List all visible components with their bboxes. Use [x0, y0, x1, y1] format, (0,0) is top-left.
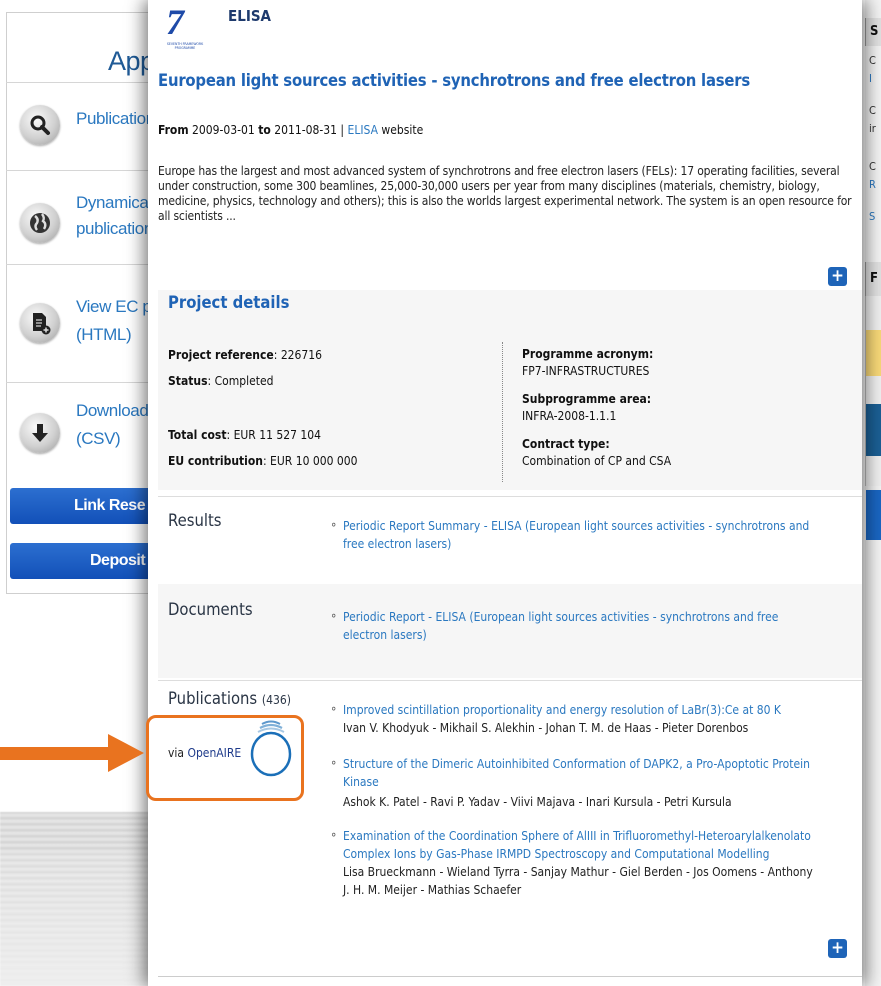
publication-title[interactable]: Examination of the Coordination Sphere o… — [343, 827, 853, 845]
publication-title[interactable]: Improved scintillation proportionality a… — [343, 701, 853, 719]
right-panel-blue-button[interactable] — [866, 490, 881, 540]
right-panel-blue-banner[interactable] — [866, 404, 881, 456]
view-ec-link-line2[interactable]: (HTML) — [76, 323, 132, 347]
publication-item[interactable]: Structure of the Dimeric Autoinhibited C… — [331, 755, 853, 811]
programme-acronym-label: Programme acronym: — [522, 347, 654, 361]
document-title-line1[interactable]: Periodic Report - ELISA (European light … — [343, 608, 853, 626]
from-label: From — [158, 123, 189, 137]
publication-authors: Lisa Brueckmann - Wieland Tyrra - Sanjay… — [343, 865, 813, 879]
project-dates: From 2009-03-01 to 2011-08-31 | ELISA we… — [158, 123, 423, 137]
right-panel-heading-2: F — [865, 262, 881, 296]
publication-title[interactable]: Structure of the Dimeric Autoinhibited C… — [343, 755, 853, 773]
result-title-line2[interactable]: free electron lasers) — [343, 535, 853, 553]
document-item[interactable]: Periodic Report - ELISA (European light … — [331, 608, 853, 644]
right-panel-yellow-banner[interactable] — [866, 330, 881, 376]
right-panel-box — [865, 296, 881, 486]
documents-section: Documents Periodic Report - ELISA (Europ… — [158, 584, 862, 678]
link-research-button[interactable]: Link Rese — [10, 488, 160, 524]
publication-authors: Ivan V. Khodyuk - Mikhail S. Alekhin - J… — [343, 721, 749, 735]
download-link-line1[interactable]: Download — [76, 399, 149, 423]
website-label: website — [381, 123, 424, 137]
dynamical-link-line2[interactable]: publication — [76, 217, 153, 241]
website-link[interactable]: ELISA — [348, 123, 378, 137]
openaire-highlight-box — [146, 715, 304, 801]
results-section: Results Periodic Report Summary - ELISA … — [158, 496, 862, 580]
documents-title: Documents — [168, 600, 253, 619]
project-panel: 7 SEVENTH FRAMEWORK PROGRAMME ELISA Euro… — [148, 0, 862, 986]
project-details: Project details Project reference: 22671… — [158, 290, 862, 490]
publication-title[interactable]: Complex Ions by Gas-Phase IRMPD Spectros… — [343, 845, 853, 863]
publication-authors: Ashok K. Patel - Ravi P. Yadav - Viivi M… — [343, 795, 732, 809]
publication-title[interactable]: Kinase — [343, 773, 853, 791]
fp7-logo-text: SEVENTH FRAMEWORK PROGRAMME — [166, 42, 204, 50]
expand-publications-button[interactable]: + — [828, 939, 847, 958]
to-label: to — [258, 123, 271, 137]
fp7-logo: 7 SEVENTH FRAMEWORK PROGRAMME — [160, 4, 210, 56]
right-panel-heading: S — [865, 18, 881, 46]
project-summary: Europe has the largest and most advanced… — [158, 164, 852, 223]
publication-authors: J. H. M. Meijer - Mathias Schaefer — [343, 883, 522, 897]
separator: | — [340, 123, 345, 137]
publication-item[interactable]: Examination of the Coordination Sphere o… — [331, 827, 853, 899]
right-panel-text: ir — [869, 122, 876, 135]
publication-link[interactable]: Publication — [76, 107, 155, 131]
results-title: Results — [168, 511, 222, 530]
right-panel-link[interactable]: S — [869, 210, 881, 224]
details-divider — [502, 342, 503, 482]
result-item[interactable]: Periodic Report Summary - ELISA (Europea… — [331, 517, 853, 553]
view-ec-link-line1[interactable]: View EC p — [76, 295, 152, 319]
project-reference: Project reference: 226716 — [168, 348, 323, 362]
view-ec-row[interactable]: View EC p (HTML) — [6, 264, 160, 382]
right-panel-text: C — [869, 104, 876, 117]
dynamical-link-line1[interactable]: Dynamical — [76, 191, 152, 215]
search-icon — [20, 105, 60, 145]
programme-acronym-link[interactable]: FP7-INFRASTRUCTURES — [522, 364, 649, 378]
deposit-button[interactable]: Deposit F — [10, 543, 160, 579]
total-cost: Total cost: EUR 11 527 104 — [168, 428, 322, 442]
publications-count: (436) — [261, 693, 291, 707]
expand-summary-button[interactable]: + — [828, 267, 847, 286]
contract-type-value: Combination of CP and CSA — [522, 454, 672, 468]
download-icon — [20, 413, 60, 453]
end-date: 2011-08-31 — [274, 123, 337, 137]
eu-contribution: EU contribution: EUR 10 000 000 — [168, 454, 358, 468]
project-details-title: Project details — [168, 293, 290, 312]
project-acronym: ELISA — [228, 7, 272, 25]
publication-item[interactable]: Improved scintillation proportionality a… — [331, 701, 853, 737]
left-background-panel: App Publication Dynamical publication Vi… — [0, 0, 160, 986]
publication-row[interactable]: Publication — [6, 82, 160, 170]
document-add-icon — [20, 303, 60, 343]
download-link-line2[interactable]: (CSV) — [76, 427, 121, 451]
bottom-divider — [158, 976, 862, 977]
project-title: European light sources activities - sync… — [158, 71, 751, 90]
right-panel-link[interactable]: I — [869, 72, 881, 86]
subprogramme-label: Subprogramme area: — [522, 392, 652, 406]
globe-icon — [20, 203, 60, 243]
dynamical-row[interactable]: Dynamical publication — [6, 170, 160, 264]
contract-type-label: Contract type: — [522, 437, 610, 451]
download-row[interactable]: Download (CSV) — [6, 382, 160, 478]
publications-title: Publications (436) — [168, 689, 291, 708]
right-panel-link[interactable]: R — [869, 178, 881, 192]
project-status: Status: Completed — [168, 374, 274, 388]
right-panel-text: C — [869, 54, 876, 67]
right-panel-text: C — [869, 160, 876, 173]
result-title-line1[interactable]: Periodic Report Summary - ELISA (Europea… — [343, 517, 853, 535]
start-date: 2009-03-01 — [192, 123, 255, 137]
subprogramme-value: INFRA-2008-1.1.1 — [522, 409, 617, 423]
orange-arrow — [0, 734, 144, 772]
blurred-background — [0, 812, 160, 986]
document-title-line2[interactable]: electron lasers) — [343, 626, 853, 644]
